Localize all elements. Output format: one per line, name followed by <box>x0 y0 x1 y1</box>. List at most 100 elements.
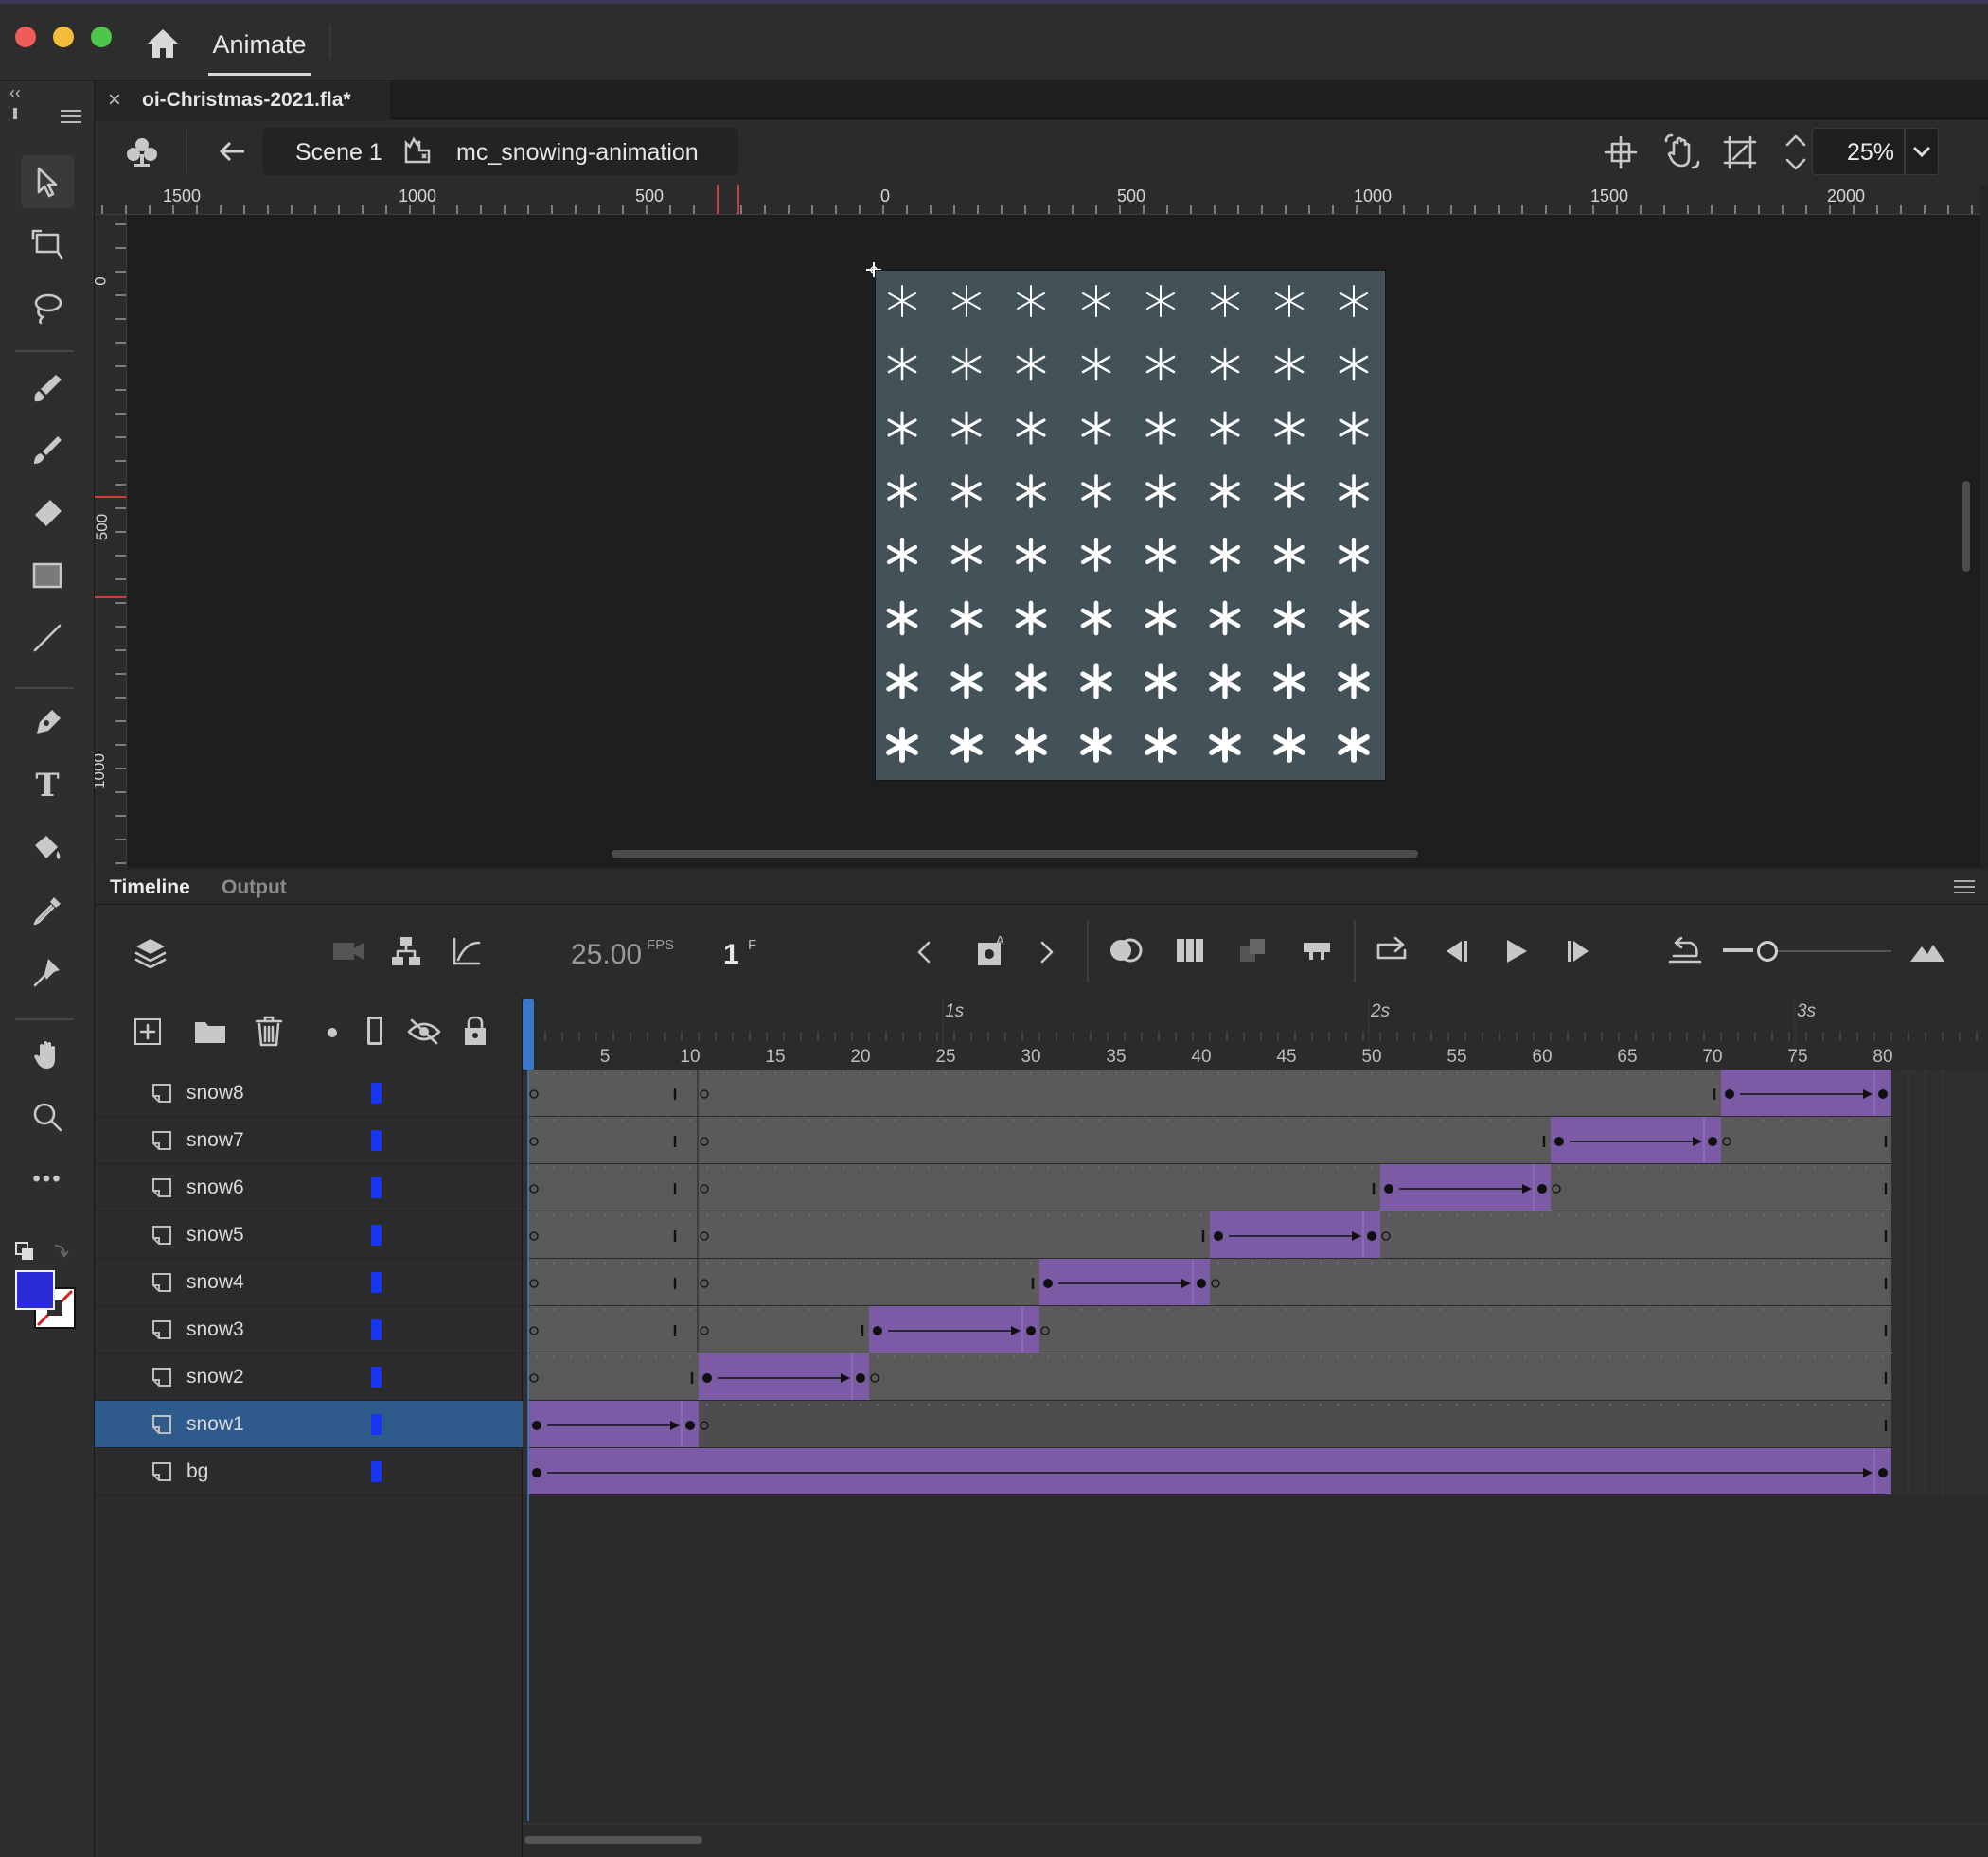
folder-icon[interactable] <box>193 1017 227 1052</box>
layer-row-snow6[interactable]: snow6 <box>95 1164 523 1211</box>
rectangle-icon[interactable] <box>21 549 74 602</box>
eyedropper-icon[interactable] <box>21 884 74 937</box>
layer-name[interactable]: snow2 <box>186 1366 244 1388</box>
prev-keyframe-icon[interactable] <box>914 939 933 970</box>
snowflake-icon <box>1335 536 1373 574</box>
collapse-panel-icon[interactable]: ‹‹ <box>9 83 21 103</box>
play-icon[interactable] <box>1501 937 1530 970</box>
layer-row-snow2[interactable]: snow2 <box>95 1353 523 1401</box>
layer-color-indicator[interactable] <box>371 1225 382 1246</box>
timeline-zoom-slider-thumb[interactable] <box>1757 941 1778 962</box>
layer-name[interactable]: snow1 <box>186 1413 244 1436</box>
fill-color-swatch[interactable] <box>15 1270 55 1310</box>
insert-keyframe-icon[interactable]: A <box>975 933 1009 974</box>
selection-tool-icon[interactable] <box>21 155 74 208</box>
layer-row-snow5[interactable]: snow5 <box>95 1211 523 1259</box>
highlight-layers-icon[interactable] <box>328 1028 337 1037</box>
edit-symbols-icon[interactable] <box>123 133 161 176</box>
center-frame-icon[interactable] <box>1301 937 1333 970</box>
rotate-hand-icon[interactable] <box>1662 133 1700 176</box>
free-transform-icon[interactable] <box>21 218 74 271</box>
layer-name[interactable]: snow8 <box>186 1082 244 1105</box>
app-tab-animate[interactable]: Animate <box>208 19 311 76</box>
layer-color-indicator[interactable] <box>371 1177 382 1198</box>
layer-name[interactable]: snow3 <box>186 1318 244 1341</box>
frame-dot <box>1797 1356 1799 1358</box>
panel-menu-icon[interactable] <box>1954 880 1975 893</box>
layer-name[interactable]: snow7 <box>186 1129 244 1152</box>
layer-name[interactable]: bg <box>186 1460 208 1483</box>
camera-icon[interactable] <box>331 937 365 970</box>
tab-timeline[interactable]: Timeline <box>110 876 190 899</box>
eraser-icon[interactable] <box>21 486 74 539</box>
hand-icon[interactable] <box>21 1028 74 1081</box>
tab-output[interactable]: Output <box>222 876 287 899</box>
edit-multiple-frames-icon[interactable] <box>1174 935 1206 972</box>
swap-colors-icon[interactable] <box>13 1240 80 1273</box>
step-back-icon[interactable] <box>1439 937 1471 970</box>
layer-color-indicator[interactable] <box>371 1130 382 1151</box>
frame-range-icon[interactable] <box>1236 935 1269 972</box>
lock-icon[interactable] <box>462 1015 488 1052</box>
layer-name[interactable]: snow6 <box>186 1176 244 1199</box>
layer-name[interactable]: snow5 <box>186 1224 244 1247</box>
layer-row-snow3[interactable]: snow3 <box>95 1306 523 1353</box>
layer-row-snow4[interactable]: snow4 <box>95 1259 523 1306</box>
layer-row-bg[interactable]: bg <box>95 1448 523 1495</box>
stage-horizontal-scrollbar[interactable] <box>612 850 1418 858</box>
layer-color-indicator[interactable] <box>371 1414 382 1435</box>
hide-layers-icon[interactable] <box>407 1018 441 1050</box>
pen-icon[interactable] <box>21 697 74 750</box>
next-keyframe-icon[interactable] <box>1038 939 1056 970</box>
layer-row-snow8[interactable]: snow8 <box>95 1070 523 1117</box>
document-tab[interactable]: × oi-Christmas-2021.fla* <box>95 81 390 119</box>
bone-pin-icon[interactable] <box>21 946 74 999</box>
back-arrow-icon[interactable] <box>218 139 246 168</box>
text-icon[interactable]: T <box>21 759 74 812</box>
layer-color-indicator[interactable] <box>371 1367 382 1388</box>
close-window-button[interactable] <box>15 27 36 47</box>
step-forward-icon[interactable] <box>1564 937 1596 970</box>
onion-skin-icon[interactable] <box>1108 935 1145 972</box>
layers-icon[interactable] <box>133 935 169 976</box>
current-frame[interactable]: 1 <box>723 939 739 971</box>
lasso-icon[interactable] <box>21 280 74 333</box>
center-stage-icon[interactable] <box>1784 132 1808 178</box>
snap-align-icon[interactable] <box>1604 135 1638 174</box>
line-icon[interactable] <box>21 611 74 664</box>
more-icon[interactable]: ••• <box>21 1153 74 1206</box>
clip-stage-icon[interactable] <box>1723 135 1757 174</box>
layer-row-snow1[interactable]: snow1 <box>95 1401 523 1448</box>
zoom-slider-max-icon[interactable] <box>1908 939 1946 968</box>
zoom-window-button[interactable] <box>91 27 112 47</box>
layer-name[interactable]: snow4 <box>186 1271 244 1294</box>
trash-icon[interactable] <box>254 1015 284 1052</box>
frame-grid[interactable]: 5 10 15 20 25 30 35 40 45 50 55 60 65 70 75 80 1s 2s 3s <box>523 998 1988 1857</box>
layer-color-indicator[interactable] <box>371 1319 382 1340</box>
stage[interactable] <box>875 270 1386 781</box>
layer-color-indicator[interactable] <box>371 1461 382 1482</box>
panel-menu-icon[interactable] <box>61 110 81 123</box>
fluid-brush-icon[interactable] <box>21 362 74 415</box>
new-layer-icon[interactable] <box>133 1017 163 1052</box>
close-document-icon[interactable]: × <box>108 87 121 114</box>
paint-brush-icon[interactable] <box>21 424 74 477</box>
chevron-down-icon[interactable] <box>1911 144 1932 164</box>
zoom-icon[interactable] <box>21 1090 74 1143</box>
paint-bucket-icon[interactable] <box>21 822 74 875</box>
layer-color-indicator[interactable] <box>371 1083 382 1104</box>
stage-vertical-scrollbar[interactable] <box>1962 481 1970 572</box>
home-icon[interactable] <box>144 25 182 62</box>
outline-icon[interactable] <box>367 1017 382 1045</box>
reset-icon[interactable] <box>1666 935 1704 972</box>
layer-color-indicator[interactable] <box>371 1272 382 1293</box>
minimize-window-button[interactable] <box>53 27 74 47</box>
fps-value[interactable]: 25.00 <box>571 939 642 971</box>
layer-parenting-icon[interactable] <box>390 935 422 972</box>
breadcrumb-symbol[interactable]: mc_snowing-animation <box>456 139 699 167</box>
layer-row-snow7[interactable]: snow7 <box>95 1117 523 1164</box>
breadcrumb-scene[interactable]: Scene 1 <box>295 139 382 167</box>
zoom-dropdown[interactable]: 25% <box>1812 128 1939 175</box>
graph-icon[interactable] <box>451 935 483 972</box>
loop-icon[interactable] <box>1373 933 1411 972</box>
